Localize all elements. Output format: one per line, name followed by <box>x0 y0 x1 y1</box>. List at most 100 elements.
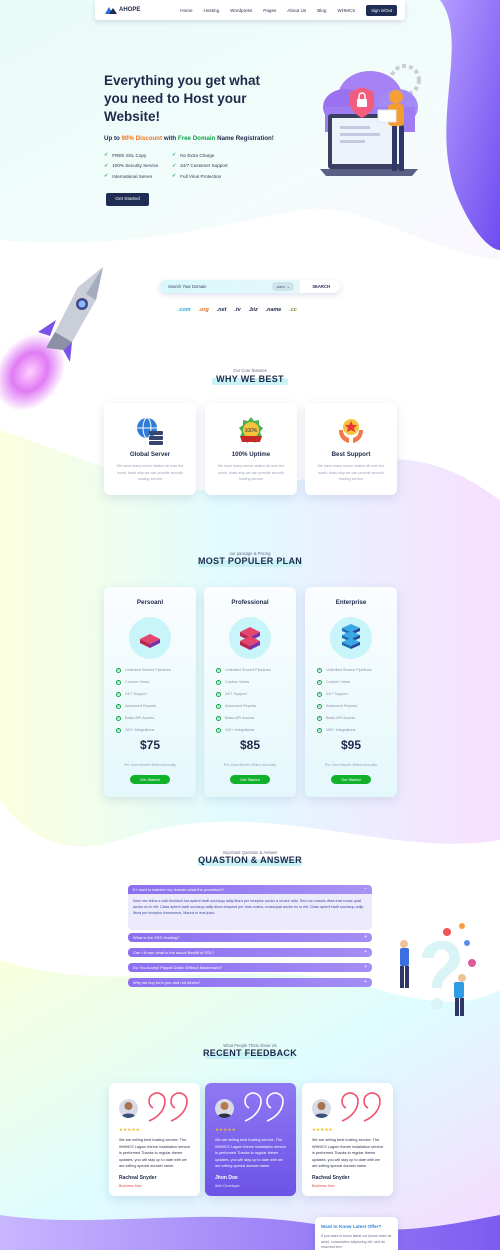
tld-tv: .tv <box>234 307 241 313</box>
tld-net: .net <box>216 307 227 313</box>
latest-offer-card: Want to Know Latest Offer? If you want t… <box>315 1217 398 1250</box>
testimonial-name: Racheal Snyder <box>312 1175 350 1181</box>
plan-card-professional: Professional ✓ Unlimited Shared Pipelines… <box>204 587 296 797</box>
check-icon: ✓ <box>104 152 109 158</box>
nav-item-hosting[interactable]: Hosting <box>204 8 220 13</box>
plan-feature: ✓ Custom Views <box>116 679 150 685</box>
tld-com: .com <box>178 307 191 313</box>
discount-prefix: Up to <box>104 135 122 142</box>
question-people-illustration <box>400 923 476 1016</box>
plan-feature: ✓ Custom Views <box>216 679 250 685</box>
plan-price: $75 <box>139 738 161 752</box>
plus-icon: + <box>364 964 367 970</box>
faq-title: QUASTION & ANSWER <box>198 855 302 865</box>
plan-get-started-button[interactable]: Get Started <box>130 775 170 784</box>
plan-get-started-button[interactable]: Get Started <box>230 775 270 784</box>
testimonial-role: Web Developer <box>215 1184 240 1188</box>
domain-search-bar: Search Your Domain .com ⌄ SEARCH <box>160 280 340 293</box>
tld-org: .org <box>198 307 209 313</box>
nav-item-about[interactable]: About Us <box>287 8 306 13</box>
faq-question[interactable]: What is the SSD Hosting? + <box>128 933 372 942</box>
plan-name: Enterprise <box>335 599 367 606</box>
domain-search-input[interactable]: Search Your Domain .com ⌄ <box>160 280 300 293</box>
tld-select[interactable]: .com ⌄ <box>272 282 294 291</box>
feature-card-desc: We have many server station all over the… <box>217 464 285 481</box>
hero-title: Everything you get what you need to Host… <box>104 73 261 124</box>
avatar <box>215 1099 234 1118</box>
faq-question[interactable]: Why we buy form you and not others? + <box>128 978 372 987</box>
feature-card-support: Best Support We have many server station… <box>305 403 397 495</box>
check-icon: ✓ <box>172 162 177 169</box>
nav-item-wordpress[interactable]: Wordpress <box>230 8 252 13</box>
signin-button[interactable]: Sign in/Out <box>366 4 397 16</box>
faq-question[interactable]: Do You Accept Paypal Dollar Without Mast… <box>128 963 372 972</box>
plan-price: $95 <box>340 738 362 752</box>
brand-name: AHOPE <box>119 7 141 13</box>
nav-item-pages[interactable]: Pages <box>263 8 276 13</box>
stack-icon <box>140 634 160 648</box>
plan-card-enterprise: Enterprise ✓ Unlimited Shared Pipelines ✓… <box>305 587 397 797</box>
faq-question[interactable]: Can I Know, what is the actual Benifit o… <box>128 948 372 957</box>
stack-icon <box>240 627 260 650</box>
hero-discount-line: Up to 90% Discount with Free Domain Name… <box>104 135 274 142</box>
quote-icon <box>341 1092 381 1122</box>
why-subtitle: Our Core features <box>233 368 267 373</box>
check-icon: ✓ <box>216 727 221 733</box>
hero-feature: ✓ FREE SSL Copy <box>104 152 147 158</box>
rating-stars: ★★★★★ <box>312 1127 333 1132</box>
brand-logo[interactable]: AHOPE <box>105 6 141 14</box>
testimonial-card: ★★★★★ We are selling best hosting servic… <box>109 1083 200 1196</box>
check-icon: ✓ <box>104 162 109 169</box>
stack-icon <box>342 624 360 649</box>
plan-price: $85 <box>239 738 261 752</box>
feature-card-desc: We have many server station all over the… <box>317 464 385 481</box>
tld-biz: .biz <box>248 307 258 313</box>
quote-icon <box>148 1092 188 1122</box>
plan-feature: ✓ 100+ Integrations <box>317 727 356 733</box>
plan-feature: ✓ Advanced Reports <box>317 703 358 709</box>
plan-feature: ✓ Unlimited Shared Pipelines <box>216 667 271 673</box>
nav-item-blog[interactable]: Blog <box>317 8 326 13</box>
faq-question[interactable]: If i want to transfer my domain what the… <box>128 885 372 894</box>
hero-feature: ✓ 24/7 Customer Support <box>172 162 228 169</box>
plan-get-started-button[interactable]: Get Started <box>331 775 371 784</box>
check-icon: ✓ <box>216 679 221 685</box>
plan-period: Per User/Month Billed Annually <box>123 763 177 767</box>
check-icon: ✓ <box>116 667 121 673</box>
tld-name: .name <box>265 307 282 313</box>
hero-get-started-button[interactable]: Get Started <box>106 193 149 206</box>
plan-feature: ✓ Custom Views <box>317 679 351 685</box>
testimonial-card-featured: ★★★★★ We are selling best hosting servic… <box>205 1083 296 1196</box>
faq-answer: Nam nec tellus a odio tincidunt taa apte… <box>133 899 364 916</box>
logo-icon <box>105 6 117 14</box>
nav-item-home[interactable]: Home <box>180 8 192 13</box>
pricing-title: MOST POPULER PLAN <box>197 556 303 566</box>
check-icon: ✓ <box>116 703 121 709</box>
cloud-security-illustration <box>320 64 421 176</box>
plan-period: Per User/Month Billed Annually <box>324 763 378 767</box>
globe-server-icon <box>137 417 163 445</box>
check-icon: ✓ <box>116 679 121 685</box>
plan-feature-list: ✓ Unlimited Shared Pipelines ✓ Custom View… <box>116 664 171 736</box>
check-icon: ✓ <box>216 691 221 697</box>
testimonial-name: Jhon Doe <box>215 1175 238 1181</box>
check-icon: ✓ <box>216 703 221 709</box>
check-icon: ✓ <box>317 667 322 673</box>
plan-feature: ✓ Basic API Access <box>116 715 155 721</box>
domain-search-button[interactable]: SEARCH <box>312 284 330 289</box>
plan-name: Persoanl <box>136 599 164 606</box>
hero-feature-list: ✓ FREE SSL Copy ✓ No Extra Charge ✓ 100% Se… <box>104 152 252 179</box>
avatar <box>312 1099 331 1118</box>
discount-free: Free Domain <box>177 135 216 142</box>
nav-menu: Home Hosting Wordpress Pages About Us Bl… <box>180 4 405 16</box>
plus-icon: + <box>364 979 367 985</box>
faq-item-open: If i want to transfer my domain what the… <box>128 885 372 930</box>
chevron-down-icon: ⌄ <box>286 284 291 289</box>
nav-item-whmcs[interactable]: WHMCS <box>337 8 355 13</box>
plan-feature: ✓ 24/7 Support <box>216 691 247 697</box>
svg-text:100%: 100% <box>245 428 258 434</box>
feature-card-uptime: 100% 100% Uptime We have many server sta… <box>205 403 297 495</box>
check-icon: ✓ <box>216 667 221 673</box>
check-icon: ✓ <box>317 715 322 721</box>
tld-list: .com .org .net .tv .biz .name .cc <box>178 307 305 313</box>
